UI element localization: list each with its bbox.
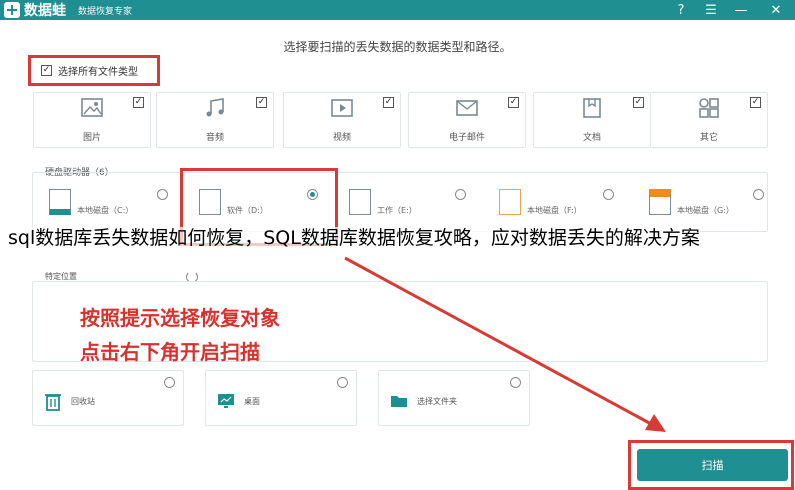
location-label: 回收站 (71, 397, 95, 406)
mail-icon (456, 100, 478, 116)
location-label: 桌面 (244, 397, 260, 406)
drive-label: 本地磁盘（C:） (77, 206, 134, 215)
location-desktop[interactable]: 桌面 (205, 370, 357, 426)
file-type-video[interactable]: ✓ 视频 (283, 92, 401, 148)
file-type-list: ✓ 图片 ✓ 音频 ✓ 视频 ✓ 电子邮件 ✓ 文档 ✓ 其它 (33, 92, 768, 148)
select-all-label: 选择所有文件类型 (58, 67, 138, 78)
scan-button[interactable]: 扫描 (637, 449, 788, 481)
drive-label: 工作（E:） (377, 206, 417, 215)
file-type-label: 视频 (332, 133, 351, 143)
location-label: 选择文件夹 (417, 397, 457, 406)
location-radio[interactable] (510, 377, 521, 388)
checkbox-icon[interactable]: ✓ (383, 97, 394, 108)
hint-annotation: 按照提示选择恢复对象 点击右下角开启扫描 (80, 301, 280, 369)
drive-item[interactable]: 本地磁盘（C:） (45, 189, 185, 223)
trash-icon (45, 394, 61, 411)
checkbox-icon[interactable]: ✓ (633, 97, 644, 108)
drive-radio[interactable] (753, 189, 764, 200)
drive-item[interactable]: 工作（E:） (345, 189, 485, 223)
drive-item[interactable]: 本地磁盘（G:） (645, 189, 785, 223)
checkbox-icon[interactable]: ✓ (508, 97, 519, 108)
file-type-label: 图片 (82, 133, 101, 143)
app-subtitle: 数据恢复专家 (78, 6, 133, 17)
folder-icon (391, 396, 407, 407)
plus-icon (4, 2, 20, 18)
app-logo: 数据蛙 数据恢复专家 (4, 1, 132, 19)
drive-label: 本地磁盘（G:） (677, 206, 734, 215)
checkbox-icon[interactable]: ✓ (256, 97, 267, 108)
video-icon (331, 99, 353, 117)
title-bar: 数据蛙 数据恢复专家 ? ☰ — ✕ (0, 0, 795, 20)
overlay-caption: sql数据库丢失数据如何恢复，SQL数据库数据恢复攻略，应对数据丢失的解决方案 (8, 222, 793, 255)
drive-label: 本地磁盘（F:） (527, 206, 582, 215)
location-radio[interactable] (164, 377, 175, 388)
file-type-label: 音频 (205, 133, 224, 143)
file-type-audio[interactable]: ✓ 音频 (156, 92, 274, 148)
file-type-image[interactable]: ✓ 图片 (33, 92, 151, 148)
caption-text: sql数据库丢失数据如何恢复，SQL数据库数据恢复攻略，应对数据丢失的解决方案 (8, 227, 700, 249)
file-type-label: 其它 (699, 133, 718, 143)
file-type-other[interactable]: ✓ 其它 (650, 92, 768, 148)
checkbox-icon: ✓ (41, 65, 52, 76)
music-icon (206, 98, 224, 117)
location-radio[interactable] (337, 377, 348, 388)
file-type-label: 文档 (582, 133, 601, 143)
minimize-icon[interactable]: — (730, 0, 752, 20)
help-icon[interactable]: ? (670, 0, 692, 20)
file-type-document[interactable]: ✓ 文档 (533, 92, 651, 148)
drive-icon (649, 189, 671, 215)
file-type-label: 电子邮件 (448, 133, 485, 143)
location-recycle-bin[interactable]: 回收站 (32, 370, 184, 426)
drive-icon (499, 189, 521, 215)
location-choose-folder[interactable]: 选择文件夹 (378, 370, 530, 426)
document-icon (583, 98, 601, 118)
menu-icon[interactable]: ☰ (700, 0, 722, 20)
image-icon (81, 98, 103, 117)
hint-line: 按照提示选择恢复对象 (80, 306, 280, 330)
drive-icon (49, 189, 71, 215)
drive-radio[interactable] (603, 189, 614, 200)
select-all-checkbox[interactable]: ✓ 选择所有文件类型 (28, 55, 160, 86)
drive-radio[interactable] (157, 189, 168, 200)
checkbox-icon[interactable]: ✓ (133, 97, 144, 108)
file-type-email[interactable]: ✓ 电子邮件 (408, 92, 526, 148)
app-name: 数据蛙 (24, 3, 66, 19)
drive-item[interactable]: 本地磁盘（F:） (495, 189, 635, 223)
checkbox-icon[interactable]: ✓ (750, 97, 761, 108)
desktop-icon (218, 394, 234, 408)
drive-radio[interactable] (455, 189, 466, 200)
instruction-text: 选择要扫描的丢失数据的数据类型和路径。 (283, 40, 512, 54)
other-icon (699, 98, 719, 118)
hint-line: 点击右下角开启扫描 (80, 340, 260, 364)
drive-icon (349, 189, 371, 215)
close-icon[interactable]: ✕ (765, 0, 787, 20)
